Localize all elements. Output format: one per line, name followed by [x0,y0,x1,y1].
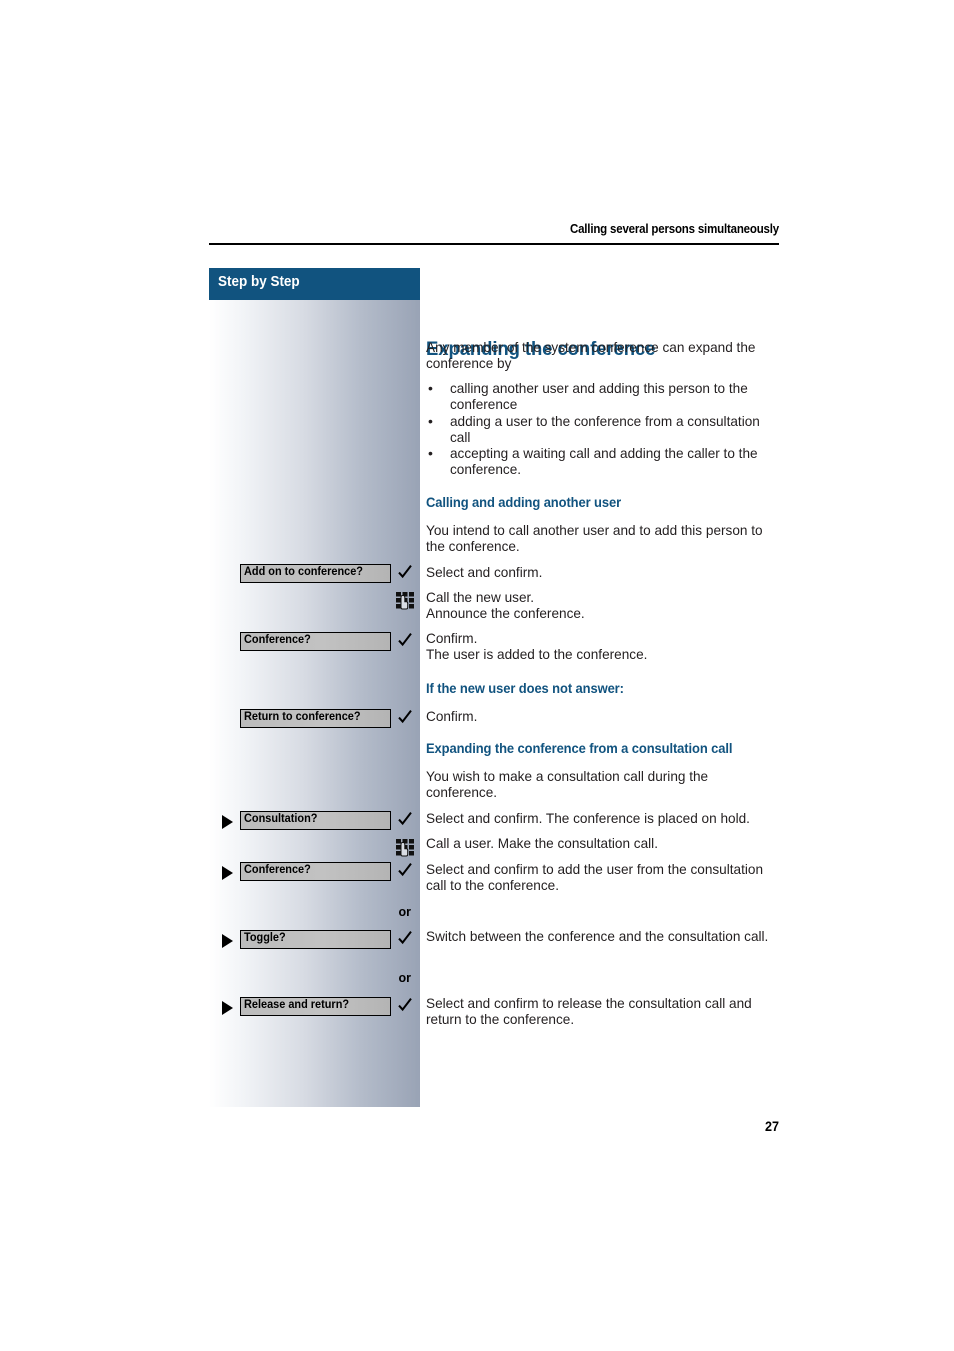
sidebar-title: Step by Step [218,274,300,290]
section3-paragraph-5: Switch between the conference and the co… [426,929,769,944]
section3-paragraph-2: Select and confirm. The conference is pl… [426,811,750,826]
display-key-release-and-return[interactable]: Release and return? [240,997,391,1016]
list-item: calling another user and adding this per… [426,380,779,414]
check-icon [395,560,415,584]
header-rule [209,243,779,245]
sidebar-row-consultation[interactable]: Consultation? [209,811,420,833]
section1-paragraph-1: You intend to call another user and to a… [426,523,763,555]
sidebar-row-conference-1[interactable]: Conference? [209,632,420,654]
display-key-label: Toggle? [244,932,286,944]
display-key-conference-2[interactable]: Conference? [240,862,391,881]
display-key-consultation[interactable]: Consultation? [240,811,391,830]
display-key-add-on-to-conference[interactable]: Add on to conference? [240,564,391,583]
section3-paragraph-6: Select and confirm to release the consul… [426,996,752,1028]
display-key-toggle[interactable]: Toggle? [240,930,391,949]
or-separator-1: or [398,905,412,919]
expand-methods-list: calling another user and adding this per… [426,380,779,479]
check-icon [395,705,415,729]
arrow-right-icon [222,866,233,880]
section3-paragraph-1: You wish to make a consultation call dur… [426,769,709,801]
check-icon [395,858,415,882]
display-key-label: Consultation? [244,813,318,825]
running-header: Calling several persons simultaneously [569,222,779,236]
display-key-return-to-conference[interactable]: Return to conference? [240,709,391,728]
list-item: adding a user to the conference from a c… [426,413,779,447]
sidebar-row-dial-keypad-1[interactable] [209,590,420,612]
section1-paragraph-2: Select and confirm. [426,565,543,580]
check-icon [395,807,415,831]
display-key-conference[interactable]: Conference? [240,632,391,651]
sidebar-row-add-on-to-conference[interactable]: Add on to conference? [209,564,420,586]
sidebar-row-release-and-return[interactable]: Release and return? [209,997,420,1019]
keypad-icon [393,589,417,613]
display-key-label: Add on to conference? [244,566,363,578]
check-icon [395,926,415,950]
section-heading-no-answer: If the new user does not answer: [426,681,624,696]
display-key-label: Conference? [244,864,311,876]
page-number: 27 [764,1118,779,1134]
arrow-right-icon [222,815,233,829]
sidebar-row-toggle[interactable]: Toggle? [209,930,420,952]
display-key-label: Conference? [244,634,311,646]
sidebar-row-return-to-conference[interactable]: Return to conference? [209,709,420,731]
sidebar-row-dial-keypad-2[interactable] [209,836,420,858]
check-icon [395,993,415,1017]
keypad-icon [393,836,417,860]
section1-paragraph-3: Call the new user. Announce the conferen… [426,590,585,622]
section-heading-expanding-from-consultation: Expanding the conference from a consulta… [426,741,733,756]
sidebar-title-bar: Step by Step [209,268,420,300]
sidebar-row-conference-2[interactable]: Conference? [209,862,420,884]
display-key-label: Return to conference? [244,711,361,723]
section3-paragraph-3: Call a user. Make the consultation call. [426,836,658,851]
arrow-right-icon [222,1001,233,1015]
display-key-label: Release and return? [244,999,350,1011]
list-item: accepting a waiting call and adding the … [426,445,779,479]
or-separator-2: or [398,971,412,985]
section3-paragraph-4: Select and confirm to add the user from … [426,862,764,894]
section1-paragraph-4: Confirm. The user is added to the confer… [426,631,648,663]
check-icon [395,628,415,652]
section2-paragraph-1: Confirm. [426,709,478,724]
intro-paragraph: Any member of the system conference can … [426,340,756,372]
section-heading-calling-and-adding: Calling and adding another user [426,495,622,510]
arrow-right-icon [222,934,233,948]
